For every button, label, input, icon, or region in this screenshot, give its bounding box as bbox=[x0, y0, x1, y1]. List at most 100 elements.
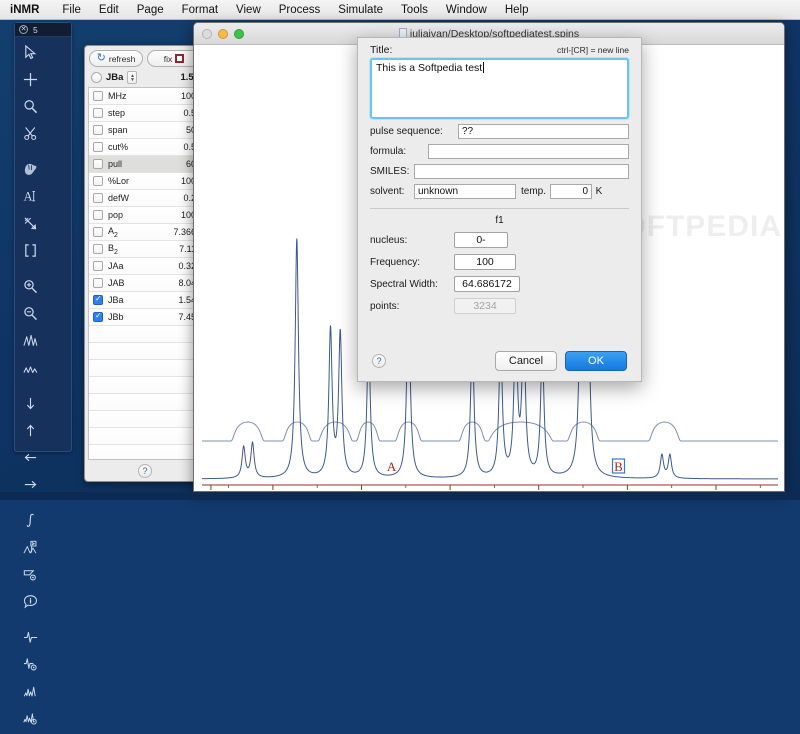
value-stepper[interactable]: ▲ ▼ bbox=[127, 71, 138, 84]
solvent-input[interactable]: unknown bbox=[414, 184, 516, 199]
parameter-row-empty[interactable] bbox=[89, 343, 201, 360]
parameter-checkbox[interactable] bbox=[93, 142, 103, 152]
menu-item-tools[interactable]: Tools bbox=[392, 0, 437, 20]
parameter-row[interactable]: JAB 8.04 bbox=[89, 275, 201, 292]
pulse-sequence-input[interactable]: ?? bbox=[458, 124, 629, 139]
tool-arrow-up[interactable] bbox=[17, 417, 44, 444]
smiles-input[interactable] bbox=[414, 164, 629, 179]
parameter-checkbox[interactable] bbox=[93, 193, 103, 203]
menu-item-file[interactable]: File bbox=[53, 0, 90, 20]
menu-item-help[interactable]: Help bbox=[496, 0, 538, 20]
parameter-row[interactable]: JBb7.45 bbox=[89, 309, 201, 326]
parameter-row-empty[interactable] bbox=[89, 394, 201, 411]
parameter-row-empty[interactable] bbox=[89, 326, 201, 343]
menu-item-format[interactable]: Format bbox=[173, 0, 227, 20]
menu-item-view[interactable]: View bbox=[227, 0, 270, 20]
parameter-checkbox[interactable] bbox=[93, 244, 103, 254]
tool-peak-label[interactable] bbox=[17, 534, 44, 561]
parameter-row[interactable]: pop 100 bbox=[89, 207, 201, 224]
nucleus-input[interactable]: 0- bbox=[454, 232, 508, 248]
tool-trumpet-gear[interactable] bbox=[17, 561, 44, 588]
parameter-row[interactable]: %Lor 100 bbox=[89, 173, 201, 190]
tool-baseline-gear[interactable] bbox=[17, 651, 44, 678]
parameter-row[interactable]: defW 0.2 bbox=[89, 190, 201, 207]
parameter-row[interactable]: pull 60 bbox=[89, 156, 201, 173]
parameter-list[interactable]: MHz 100 step 0.5 span 50 cut% 0.5 pull 60 %Lor 100 d… bbox=[88, 87, 202, 460]
tool-multiplet[interactable] bbox=[17, 678, 44, 705]
parameter-name: JAB bbox=[108, 278, 125, 288]
annotation-label: A bbox=[387, 459, 397, 474]
tool-multiplet-gear[interactable] bbox=[17, 705, 44, 732]
parameter-checkbox[interactable] bbox=[93, 261, 103, 271]
dialog-divider bbox=[370, 208, 629, 209]
spectral-width-input[interactable]: 64.686172 bbox=[454, 276, 520, 292]
parameter-checkbox[interactable] bbox=[93, 108, 103, 118]
parameter-row[interactable]: span 50 bbox=[89, 122, 201, 139]
tool-arrow-down[interactable] bbox=[17, 390, 44, 417]
parameter-row[interactable]: JBa1.54 bbox=[89, 292, 201, 309]
tool-peaks-short[interactable] bbox=[17, 354, 44, 381]
parameter-row-empty[interactable] bbox=[89, 377, 201, 394]
parameter-row-empty[interactable] bbox=[89, 360, 201, 377]
dialog-help-button[interactable]: ? bbox=[372, 354, 386, 368]
menu-item-simulate[interactable]: Simulate bbox=[329, 0, 392, 20]
tool-arrow-left[interactable] bbox=[17, 444, 44, 471]
tool-text[interactable]: A bbox=[17, 183, 44, 210]
menu-item-edit[interactable]: Edit bbox=[90, 0, 128, 20]
temp-input[interactable]: 0 bbox=[550, 184, 592, 199]
menu-item-window[interactable]: Window bbox=[437, 0, 496, 20]
help-button[interactable]: ? bbox=[138, 464, 152, 478]
cancel-button[interactable]: Cancel bbox=[495, 351, 557, 371]
peaks-tall-icon bbox=[23, 333, 38, 348]
tool-info-bubble[interactable] bbox=[17, 588, 44, 615]
tool-baseline[interactable] bbox=[17, 624, 44, 651]
frequency-input[interactable]: 100 bbox=[454, 254, 516, 270]
parameter-row-empty[interactable] bbox=[89, 411, 201, 428]
tool-arrow-drag[interactable] bbox=[17, 210, 44, 237]
title-textarea[interactable]: This is a Softpedia test bbox=[370, 58, 629, 119]
parameter-checkbox[interactable] bbox=[93, 294, 103, 305]
parameter-checkbox[interactable] bbox=[93, 210, 103, 220]
selected-parameter-radio[interactable] bbox=[91, 72, 102, 83]
tool-peaks-tall[interactable] bbox=[17, 327, 44, 354]
arrow-up-icon bbox=[23, 423, 38, 438]
parameter-checkbox[interactable] bbox=[93, 227, 103, 237]
refresh-button[interactable]: ↻ refresh bbox=[89, 50, 143, 67]
parameter-checkbox[interactable] bbox=[93, 176, 103, 186]
menu-item-inmr[interactable]: iNMR bbox=[8, 0, 53, 20]
formula-input[interactable] bbox=[428, 144, 629, 159]
tool-brackets[interactable] bbox=[17, 237, 44, 264]
tool-magnifier[interactable] bbox=[17, 93, 44, 120]
fix-button-label: fix bbox=[163, 53, 173, 64]
tool-hand-tear[interactable] bbox=[17, 156, 44, 183]
parameter-row[interactable]: B2 7.11 bbox=[89, 241, 201, 258]
selected-parameter-row[interactable]: JBa ▲ ▼ 1.54 bbox=[85, 69, 205, 87]
peak-annotation[interactable]: A bbox=[387, 459, 397, 474]
parameter-row-empty[interactable] bbox=[89, 428, 201, 445]
menu-item-process[interactable]: Process bbox=[270, 0, 330, 20]
tool-arrow-pointer[interactable] bbox=[17, 39, 44, 66]
peak-annotation[interactable]: B bbox=[611, 458, 626, 474]
parameter-row-empty[interactable] bbox=[89, 445, 201, 459]
parameter-checkbox[interactable] bbox=[93, 159, 103, 169]
ok-button[interactable]: OK bbox=[565, 351, 627, 371]
tool-crosshair[interactable] bbox=[17, 66, 44, 93]
parameter-row[interactable]: A2 7.366 bbox=[89, 224, 201, 241]
tool-zoom-in[interactable] bbox=[17, 273, 44, 300]
tool-scissors[interactable] bbox=[17, 120, 44, 147]
parameter-checkbox[interactable] bbox=[93, 125, 103, 135]
parameter-row[interactable]: cut% 0.5 bbox=[89, 139, 201, 156]
tool-zoom-out[interactable] bbox=[17, 300, 44, 327]
menu-item-page[interactable]: Page bbox=[128, 0, 173, 20]
parameter-row[interactable]: JAa 0.32 bbox=[89, 258, 201, 275]
parameter-name: B2 bbox=[108, 242, 118, 256]
close-icon[interactable]: ✕ bbox=[19, 25, 28, 34]
parameter-checkbox[interactable] bbox=[93, 91, 103, 101]
parameter-row[interactable]: step 0.5 bbox=[89, 105, 201, 122]
tool-integral[interactable] bbox=[17, 507, 44, 534]
peaks-short-icon bbox=[23, 360, 38, 375]
parameter-row[interactable]: MHz 100 bbox=[89, 88, 201, 105]
text-tool-icon: A bbox=[23, 189, 38, 204]
parameter-checkbox[interactable] bbox=[93, 278, 103, 288]
parameter-checkbox[interactable] bbox=[93, 311, 103, 322]
